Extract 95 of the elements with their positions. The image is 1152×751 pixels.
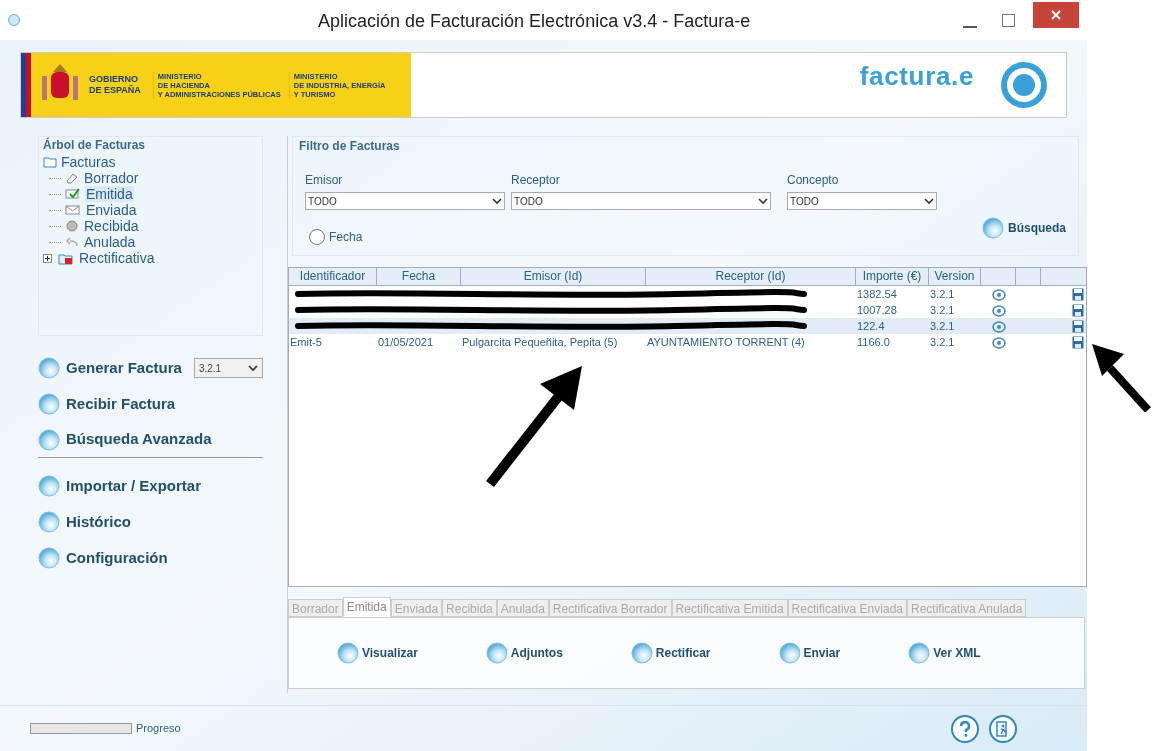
folder-icon (43, 156, 57, 168)
chevron-down-icon (492, 197, 502, 205)
orb-icon (38, 511, 60, 533)
table-cell: Emit-5 (290, 336, 322, 348)
table-cell: 122.4 (857, 320, 885, 332)
column-header[interactable]: Importe (€) (856, 268, 929, 285)
tree-item[interactable]: Recibida (83, 218, 140, 234)
table-row[interactable]: 1007.28 3.2.1 (289, 302, 1086, 318)
progress-label: Progreso (136, 721, 181, 737)
view-icon[interactable] (990, 303, 1007, 317)
orb-icon (485, 642, 508, 664)
table-cell: 1382.54 (857, 288, 897, 300)
search-button[interactable]: Búsqueda (982, 217, 1066, 239)
orb-icon (908, 642, 931, 664)
field-label: Receptor (511, 172, 561, 189)
radio-button[interactable] (309, 229, 325, 245)
help-button[interactable] (951, 714, 979, 743)
tree-item[interactable]: Rectificativa (78, 250, 156, 266)
action-button[interactable]: Recibir Factura (38, 392, 176, 416)
radio-label: Fecha (329, 229, 363, 246)
view-icon[interactable] (990, 287, 1007, 301)
tree-item[interactable]: Anulada (83, 234, 137, 250)
table-cell: 3.2.1 (930, 336, 955, 348)
panel-title: Filtro de Facturas (299, 138, 401, 155)
column-header[interactable]: Version (929, 268, 981, 285)
action-button[interactable]: Visualizar (337, 642, 418, 664)
window-title: Aplicación de Facturación Electrónica v3.4 - Factura-e (318, 10, 751, 33)
version-select[interactable]: 3.2.1 (193, 358, 263, 378)
column-header[interactable]: Receptor (Id) (646, 268, 856, 285)
action-button[interactable]: Rectificar (630, 642, 711, 664)
undo-arrow-icon (65, 236, 79, 248)
tree-item[interactable]: Emitida (85, 186, 134, 202)
tree-item[interactable]: Facturas (61, 154, 116, 170)
action-button[interactable]: Histórico (38, 510, 131, 534)
chevron-down-icon (924, 197, 934, 205)
government-name: GOBIERNO DE ESPAÑA (89, 74, 141, 96)
exit-door-icon (996, 720, 1010, 737)
app-icon (8, 14, 20, 26)
chevron-down-icon (248, 364, 258, 372)
envelope-check-icon (65, 188, 81, 200)
select-field[interactable]: TODO (787, 192, 937, 210)
table-cell: 3.2.1 (930, 320, 955, 332)
table-cell: 01/05/2021 (378, 336, 434, 348)
folder-icon (58, 251, 74, 265)
orb-icon (38, 475, 60, 497)
column-header[interactable]: Fecha (377, 268, 461, 285)
action-button[interactable]: Configuración (38, 546, 168, 570)
save-icon[interactable] (1072, 319, 1084, 333)
tab[interactable]: Emitida (342, 597, 391, 617)
action-button[interactable]: Adjuntos (485, 642, 563, 664)
close-button[interactable] (1033, 2, 1079, 28)
table-cell: AYUNTAMIENTO TORRENT (4) (647, 336, 805, 348)
help-icon (959, 720, 971, 737)
save-icon[interactable] (1072, 287, 1084, 301)
table-cell: 3.2.1 (930, 288, 955, 300)
logo-text: factura.e (859, 60, 974, 93)
table-cell: Pulgarcita Pequeñita, Pepita (5) (462, 336, 618, 348)
field-label: Emisor (305, 172, 344, 189)
table-row[interactable]: Emit-5 01/05/2021 Pulgarcita Pequeñita, Pepita (5) AYUNTAMIENTO TORRENT (4) 1166.0 3.2.1 (289, 334, 1086, 350)
table-cell: 1166.0 (857, 336, 890, 348)
envelope-icon (65, 204, 81, 216)
orb-icon (38, 357, 60, 379)
orb-icon (38, 547, 60, 569)
action-button[interactable]: Importar / Exportar (38, 474, 202, 498)
action-button[interactable]: Ver XML (908, 642, 981, 664)
table-cell: 3.2.1 (930, 304, 955, 316)
chevron-down-icon (758, 197, 768, 205)
tree-item[interactable]: Borrador (83, 170, 140, 186)
action-button[interactable]: Enviar (778, 642, 841, 664)
eraser-icon (65, 172, 79, 184)
panel-title: Árbol de Facturas (43, 136, 147, 154)
save-icon[interactable] (1072, 335, 1084, 349)
table-row[interactable]: 122.4 3.2.1 (289, 318, 1086, 334)
close-icon (1051, 10, 1061, 20)
orb-icon (982, 217, 1004, 239)
view-icon[interactable] (990, 319, 1007, 333)
action-button[interactable]: Generar Factura (38, 356, 182, 380)
action-button[interactable]: Búsqueda Avanzada (38, 428, 212, 451)
table-cell: 1007.28 (857, 304, 897, 316)
view-icon[interactable] (990, 335, 1007, 349)
field-label: Concepto (787, 172, 840, 189)
table-row[interactable]: 1382.54 3.2.1 (289, 286, 1086, 302)
column-header[interactable]: Identificador (289, 268, 377, 285)
exit-button[interactable] (989, 714, 1017, 743)
select-field[interactable]: TODO (511, 192, 771, 210)
orb-icon (337, 642, 359, 664)
orb-icon (778, 642, 801, 664)
orb-icon (38, 393, 60, 415)
select-field[interactable]: TODO (305, 192, 505, 210)
orb-icon (38, 428, 60, 451)
column-header[interactable]: Emisor (Id) (461, 268, 646, 285)
expand-icon[interactable] (43, 253, 52, 263)
tree-item[interactable]: Enviada (85, 202, 138, 218)
orb-icon (630, 642, 653, 664)
save-icon[interactable] (1072, 303, 1084, 317)
